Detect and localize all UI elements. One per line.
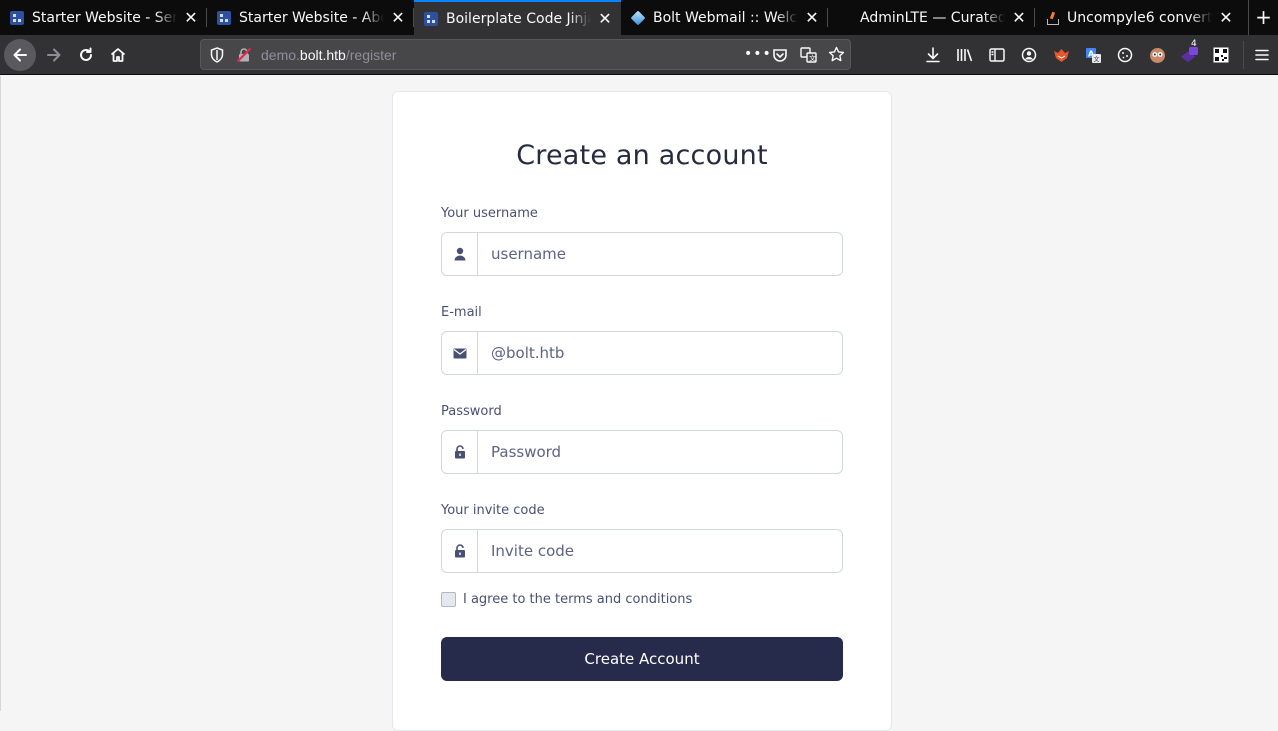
navigation-toolbar: demo.bolt.htb/register ••• 文 A文 4 — [0, 35, 1278, 75]
terms-label[interactable]: I agree to the terms and conditions — [463, 592, 692, 607]
tab-title: Bolt Webmail :: Welco — [653, 9, 798, 26]
email-input-group — [441, 331, 843, 375]
close-icon[interactable]: ✕ — [804, 9, 820, 26]
tab-uncompyle6[interactable]: Uncompyle6 convert p ✕ — [1035, 0, 1242, 35]
password-label: Password — [441, 404, 502, 419]
extension-badge: 4 — [1191, 39, 1197, 49]
password-input-group — [441, 430, 843, 474]
tab-title: Starter Website - Servi — [32, 9, 177, 26]
library-icon[interactable] — [956, 46, 974, 64]
tab-starter-services[interactable]: Starter Website - Servi ✕ — [0, 0, 207, 35]
url-path: /register — [345, 47, 397, 63]
home-icon — [110, 48, 126, 62]
url-text[interactable]: demo.bolt.htb/register — [261, 47, 396, 63]
svg-text:文: 文 — [809, 54, 816, 63]
bookmark-star-icon[interactable] — [828, 46, 845, 67]
terms-row: I agree to the terms and conditions — [441, 592, 692, 607]
owl-extension-icon[interactable] — [1148, 46, 1166, 64]
arrow-left-icon — [13, 48, 27, 62]
url-prefix: demo. — [261, 47, 300, 63]
blank-favicon-icon — [838, 11, 852, 25]
register-card: Create an account Your username E-mail P… — [392, 91, 892, 731]
invite-code-label: Your invite code — [441, 503, 545, 518]
tab-starter-about[interactable]: Starter Website - Abou ✕ — [207, 0, 414, 35]
page-title: Create an account — [516, 140, 768, 171]
new-tab-button[interactable]: + — [1248, 0, 1278, 35]
lock-icon — [442, 530, 478, 572]
username-input[interactable] — [478, 233, 842, 275]
fox-extension-icon[interactable] — [1052, 46, 1070, 64]
pocket-icon[interactable] — [772, 47, 788, 67]
create-account-button[interactable]: Create Account — [441, 637, 843, 681]
forward-button[interactable] — [38, 39, 70, 71]
close-icon[interactable]: ✕ — [390, 9, 406, 26]
translate-icon[interactable]: 文 — [800, 47, 817, 67]
user-icon — [442, 233, 478, 275]
account-icon[interactable] — [1020, 46, 1038, 64]
qr-code-icon[interactable] — [1212, 46, 1230, 64]
lock-icon — [442, 431, 478, 473]
bolt-favicon-icon — [10, 10, 24, 25]
reload-icon — [80, 47, 92, 61]
email-label: E-mail — [441, 305, 482, 320]
downloads-icon[interactable] — [924, 46, 942, 64]
tab-boilerplate-active[interactable]: Boilerplate Code Jinja ✕ — [414, 0, 621, 35]
webmail-favicon-icon — [630, 10, 646, 25]
envelope-icon — [442, 332, 478, 374]
close-icon[interactable]: ✕ — [1011, 9, 1027, 26]
shield-icon[interactable] — [210, 47, 224, 67]
invite-code-input-group — [441, 529, 843, 573]
username-input-group — [441, 232, 843, 276]
insecure-lock-icon[interactable] — [236, 47, 252, 67]
home-button[interactable] — [102, 39, 134, 71]
terms-checkbox[interactable] — [441, 592, 456, 607]
page-actions-ellipsis-icon[interactable]: ••• — [744, 46, 772, 62]
password-input[interactable] — [478, 431, 842, 473]
cookie-icon[interactable] — [1116, 46, 1134, 64]
arrow-right-icon — [47, 48, 61, 62]
email-input[interactable] — [478, 332, 842, 374]
invite-code-input[interactable] — [478, 530, 842, 572]
hamburger-menu-icon[interactable] — [1253, 46, 1271, 64]
tab-bar: Starter Website - Servi ✕ Starter Websit… — [0, 0, 1278, 35]
tab-title: Uncompyle6 convert p — [1067, 9, 1212, 26]
close-icon[interactable]: ✕ — [1218, 9, 1234, 26]
hackbar-extension-icon[interactable]: 4 — [1180, 39, 1198, 64]
stackoverflow-favicon-icon — [1045, 11, 1059, 25]
translator-extension-icon[interactable]: A文 — [1084, 46, 1102, 64]
bolt-favicon-icon — [424, 11, 438, 26]
tab-bolt-webmail[interactable]: Bolt Webmail :: Welco ✕ — [621, 0, 828, 35]
bolt-favicon-icon — [217, 10, 231, 25]
tab-title: Boilerplate Code Jinja — [446, 10, 591, 27]
page-viewport: Create an account Your username E-mail P… — [0, 76, 1278, 731]
svg-text:文: 文 — [1093, 55, 1099, 63]
username-label: Your username — [441, 206, 538, 221]
close-icon[interactable]: ✕ — [597, 10, 613, 27]
sidebar-icon[interactable] — [988, 46, 1006, 64]
url-host: bolt.htb — [299, 47, 346, 63]
tab-title: AdminLTE — Curated — [860, 9, 1005, 26]
close-icon[interactable]: ✕ — [183, 9, 199, 26]
url-bar[interactable]: demo.bolt.htb/register ••• 文 — [200, 39, 851, 70]
tab-adminlte[interactable]: AdminLTE — Curated ✕ — [828, 0, 1035, 35]
reload-button[interactable] — [70, 39, 102, 71]
toolbar-divider — [1243, 41, 1244, 69]
back-button[interactable] — [4, 39, 36, 71]
tab-title: Starter Website - Abou — [239, 9, 384, 26]
